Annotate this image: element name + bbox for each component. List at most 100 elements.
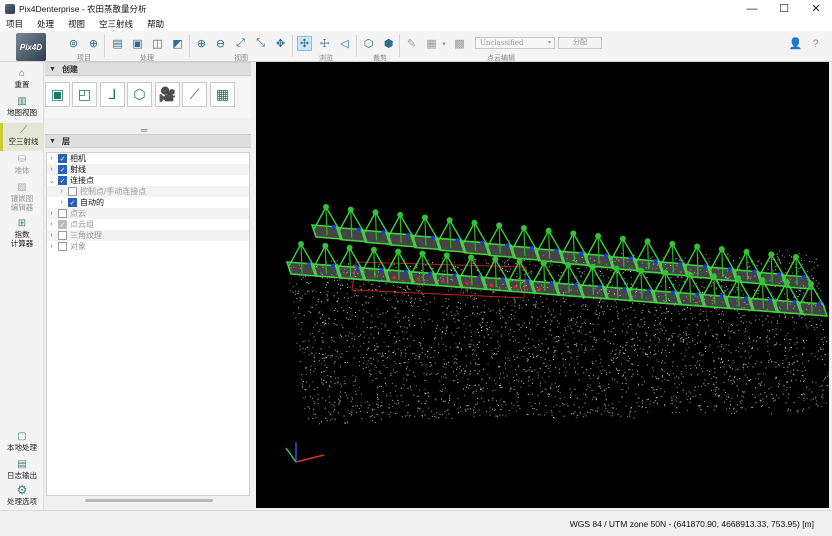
- sidebar-item-label: 处理选项: [7, 497, 37, 506]
- user-icon[interactable]: 👤: [788, 36, 803, 51]
- menu-process[interactable]: 处理: [37, 18, 54, 30]
- checkbox[interactable]: [68, 187, 77, 196]
- layer-row-rays[interactable]: › ✓ 射线: [47, 164, 249, 175]
- layers-section-header[interactable]: ▼ 层: [45, 134, 251, 148]
- menu-project[interactable]: 项目: [6, 18, 23, 30]
- maximize-button[interactable]: ☐: [768, 0, 800, 17]
- process-step2-icon[interactable]: ▣: [130, 36, 145, 51]
- open-project-icon[interactable]: ⊚: [66, 36, 81, 51]
- move-view-icon[interactable]: ✥: [273, 36, 288, 51]
- process-step4-icon[interactable]: ◩: [170, 36, 185, 51]
- sidebar-item-local-processing[interactable]: ▢ 本地处理: [0, 430, 44, 454]
- layer-row-gcp[interactable]: › 控制点/手动连接点: [47, 186, 249, 197]
- menu-rayfield[interactable]: 空三射线: [99, 18, 133, 30]
- chevron-right-icon[interactable]: ›: [47, 155, 56, 162]
- chevron-down-icon[interactable]: ▾: [440, 36, 448, 51]
- create-polyline-tool-icon[interactable]: ⟋: [182, 82, 207, 107]
- assign-button[interactable]: 分配: [558, 37, 602, 49]
- help-icon[interactable]: ?: [808, 36, 823, 51]
- camera-center: [516, 258, 523, 265]
- 3d-viewport[interactable]: [256, 62, 829, 508]
- layer-row-triangle-mesh[interactable]: › 三角纹理: [47, 230, 249, 241]
- create-video-tool-icon[interactable]: 🎥: [155, 82, 180, 107]
- sidebar-item-label: 镶嵌图 编辑器: [10, 194, 34, 212]
- minimize-button[interactable]: —: [736, 0, 768, 17]
- layer-row-point-groups[interactable]: › ✓ 点云组: [47, 219, 249, 230]
- zoom-in-icon[interactable]: ⊕: [194, 36, 209, 51]
- chevron-right-icon[interactable]: ›: [47, 221, 56, 228]
- layer-label: 点云组: [70, 220, 94, 229]
- camera-center: [662, 269, 669, 276]
- camera-center: [793, 254, 799, 260]
- checkbox[interactable]: ✓: [58, 165, 67, 174]
- checkbox[interactable]: [58, 209, 67, 218]
- chevron-right-icon[interactable]: ›: [57, 199, 66, 206]
- log-icon: ▤: [17, 458, 27, 470]
- checkbox[interactable]: ✓: [58, 176, 67, 185]
- sidebar-item-index-calculator[interactable]: ⊞ 指数 计算器: [0, 217, 44, 251]
- camera-center: [710, 273, 717, 280]
- class-color-icon[interactable]: ▩: [452, 36, 467, 51]
- camera-center: [743, 248, 750, 255]
- process-step1-icon[interactable]: ▤: [110, 36, 125, 51]
- select-points-icon[interactable]: ▦: [424, 36, 439, 51]
- sidebar-item-rayfield[interactable]: ⟋ 空三射线: [0, 123, 44, 151]
- layer-row-point-cloud[interactable]: › 点云: [47, 208, 249, 219]
- create-section-header[interactable]: ▼ 创建: [45, 62, 251, 76]
- layer-label: 对象: [70, 242, 86, 251]
- chevron-right-icon[interactable]: ›: [47, 232, 56, 239]
- pan-icon[interactable]: ✣: [297, 36, 312, 51]
- close-button[interactable]: ✕: [800, 0, 832, 17]
- sidebar-item-volumes[interactable]: ⛁ 堆体: [0, 153, 44, 179]
- horizontal-scrollbar[interactable]: [85, 499, 213, 502]
- chevron-right-icon[interactable]: ›: [47, 210, 56, 217]
- chevron-down-icon[interactable]: ⌄: [47, 177, 56, 185]
- create-volume-tool-icon[interactable]: ⬡: [127, 82, 152, 107]
- chevron-right-icon[interactable]: ›: [47, 243, 56, 250]
- zoom-out-icon[interactable]: ⊖: [213, 36, 228, 51]
- checkbox[interactable]: ✓: [68, 198, 77, 207]
- orbit-icon[interactable]: ☩: [317, 36, 332, 51]
- checkbox[interactable]: [58, 242, 67, 251]
- chevron-right-icon[interactable]: ›: [47, 166, 56, 173]
- clip-box-icon[interactable]: ⬡: [361, 36, 376, 51]
- tie-point: [554, 248, 559, 253]
- layer-row-automatic[interactable]: › ✓ 自动的: [47, 197, 249, 208]
- camera-center: [443, 252, 450, 259]
- target-icon[interactable]: ⊕: [86, 36, 101, 51]
- title-bar: Pix4Denterprise - 农田蒸散量分析 — ☐ ✕: [0, 0, 832, 17]
- chevron-right-icon[interactable]: ›: [57, 188, 66, 195]
- fly-icon[interactable]: ◁: [337, 36, 352, 51]
- clip-region-icon[interactable]: ⬢: [381, 36, 396, 51]
- create-box-tool-icon[interactable]: ▣: [45, 82, 70, 107]
- menu-view[interactable]: 视图: [68, 18, 85, 30]
- create-surface-tool-icon[interactable]: ▦: [210, 82, 235, 107]
- sidebar-item-processing-options[interactable]: ⚙ 处理选项: [0, 484, 44, 510]
- layer-row-cameras[interactable]: › ✓ 相机: [47, 153, 249, 164]
- ray-cloud-scene[interactable]: [256, 62, 829, 508]
- app-icon: [5, 3, 15, 14]
- checkbox[interactable]: ✓: [58, 154, 67, 163]
- class-select[interactable]: Unclassified ▾: [475, 37, 555, 49]
- sidebar-item-log-output[interactable]: ▤ 日志输出: [0, 458, 44, 482]
- sidebar-item-mosaic-editor[interactable]: ▨ 镶嵌图 编辑器: [0, 181, 44, 215]
- camera-center: [768, 251, 775, 258]
- sidebar-item-map-view[interactable]: ▥ 地图视图: [0, 95, 44, 123]
- layer-row-tie-points[interactable]: ⌄ ✓ 连接点: [47, 175, 249, 186]
- tie-point: [678, 261, 683, 267]
- fit-view-icon[interactable]: ⤢: [233, 36, 248, 51]
- menu-help[interactable]: 帮助: [147, 18, 164, 30]
- layer-row-objects[interactable]: › 对象: [47, 241, 249, 252]
- tie-point: [529, 245, 535, 251]
- checkbox[interactable]: [58, 231, 67, 240]
- tie-point: [603, 253, 609, 259]
- camera-center: [372, 209, 379, 216]
- checkbox[interactable]: ✓: [58, 220, 67, 229]
- tie-point: [504, 243, 510, 248]
- brush-icon[interactable]: ✎: [404, 36, 419, 51]
- shrink-view-icon[interactable]: ⤡: [253, 36, 268, 51]
- process-step3-icon[interactable]: ◫: [150, 36, 165, 51]
- create-plane-tool-icon[interactable]: ◰: [72, 82, 97, 107]
- sidebar-item-reset[interactable]: ⌂ 重置: [0, 67, 44, 95]
- create-axis-tool-icon[interactable]: ⅃: [100, 82, 125, 107]
